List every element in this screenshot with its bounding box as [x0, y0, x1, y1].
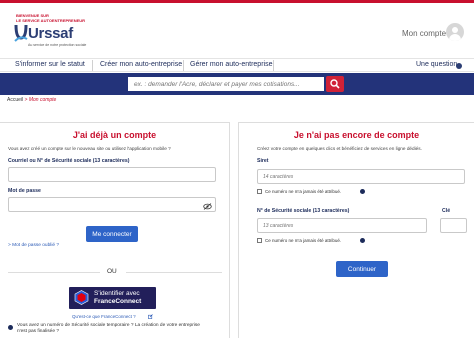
password-field[interactable]: [8, 197, 216, 212]
site-header: BIENVENUE SUR LE SERVICE AUTOENTREPRENEU…: [0, 3, 474, 57]
franceconnect-button[interactable]: S'identifier avec FranceConnect: [69, 287, 156, 309]
search-input[interactable]: [128, 77, 324, 91]
main-nav: S'informer sur le statut Créer mon auto-…: [0, 58, 474, 72]
account-label[interactable]: Mon compte: [402, 29, 446, 38]
breadcrumb-current: > Mon compte: [24, 97, 57, 103]
key-field[interactable]: [440, 218, 467, 233]
nav-item-informer[interactable]: S'informer sur le statut: [15, 61, 85, 68]
search-button[interactable]: [326, 76, 344, 92]
breadcrumb: Accueil > Mon compte: [7, 97, 56, 103]
temporary-ssn-help: Vous avez un numéro de Sécurité sociale …: [17, 323, 200, 334]
login-panel: J'ai déjà un compte Vous avez créé un co…: [0, 122, 230, 338]
siret-field[interactable]: [257, 169, 465, 184]
nav-item-creer[interactable]: Créer mon auto-entreprise: [100, 61, 182, 68]
nav-question[interactable]: Une question: [416, 61, 457, 68]
franceconnect-line-1: S'identifier avec: [94, 290, 140, 297]
signup-ssn-field[interactable]: [257, 218, 427, 233]
nav-item-gerer[interactable]: Gérer mon auto-entreprise: [190, 61, 272, 68]
search-icon: [330, 79, 340, 89]
avatar-icon[interactable]: [446, 23, 464, 41]
breadcrumb-home[interactable]: Accueil: [7, 97, 23, 103]
login-ssn-label: Courriel ou N° de Sécurité sociale (13 c…: [8, 158, 130, 164]
password-label: Mot de passe: [8, 188, 41, 194]
continue-button[interactable]: Continuer: [336, 261, 388, 277]
ssn-checkbox-label: Ce numéro ne m'a jamais été attribué.: [265, 238, 342, 243]
external-link-icon: [148, 314, 153, 319]
franceconnect-logo-icon: [74, 290, 89, 305]
nav-divider: [183, 60, 184, 71]
key-label: Clé: [442, 208, 451, 214]
franceconnect-line-2: FranceConnect: [94, 297, 142, 305]
login-description: Vous avez créé un compte sur le nouveau …: [8, 146, 171, 151]
or-divider: OU: [0, 268, 230, 276]
info-icon[interactable]: [360, 189, 365, 194]
signup-panel: Je n'ai pas encore de compte Créez votre…: [238, 122, 474, 338]
or-label: OU: [107, 268, 117, 275]
siret-checkbox-label: Ce numéro ne m'a jamais été attribué.: [265, 189, 342, 194]
siret-never-assigned-checkbox[interactable]: [257, 189, 262, 194]
brand-tagline: BIENVENUE SUR LE SERVICE AUTOENTREPRENEU…: [16, 13, 86, 23]
logo-wordmark[interactable]: Urssaf: [28, 25, 73, 42]
info-icon: [8, 325, 13, 330]
franceconnect-info-link[interactable]: Qu'est-ce que FranceConnect ?: [72, 314, 136, 319]
forgot-password-link[interactable]: > Mot de passe oublié ?: [8, 243, 59, 248]
login-ssn-field[interactable]: [8, 167, 216, 182]
login-title: J'ai déjà un compte: [72, 130, 157, 140]
ssn-never-assigned-checkbox[interactable]: [257, 238, 262, 243]
login-button[interactable]: Me connecter: [86, 226, 138, 242]
signup-ssn-label: N° de Sécurité sociale (13 caractères): [257, 208, 350, 214]
nav-divider: [273, 60, 274, 71]
eye-slash-icon[interactable]: [203, 203, 212, 210]
question-icon[interactable]: [456, 63, 462, 69]
nav-divider: [92, 60, 93, 71]
urssaf-logo-icon[interactable]: [14, 24, 28, 42]
signup-title: Je n'ai pas encore de compte: [293, 130, 420, 140]
signup-description: Créez votre compte en quelques clics et …: [257, 146, 422, 151]
siret-label: Siret: [257, 158, 269, 164]
info-icon[interactable]: [360, 238, 365, 243]
logo-subtitle: Au service de notre protection sociale: [28, 43, 87, 47]
